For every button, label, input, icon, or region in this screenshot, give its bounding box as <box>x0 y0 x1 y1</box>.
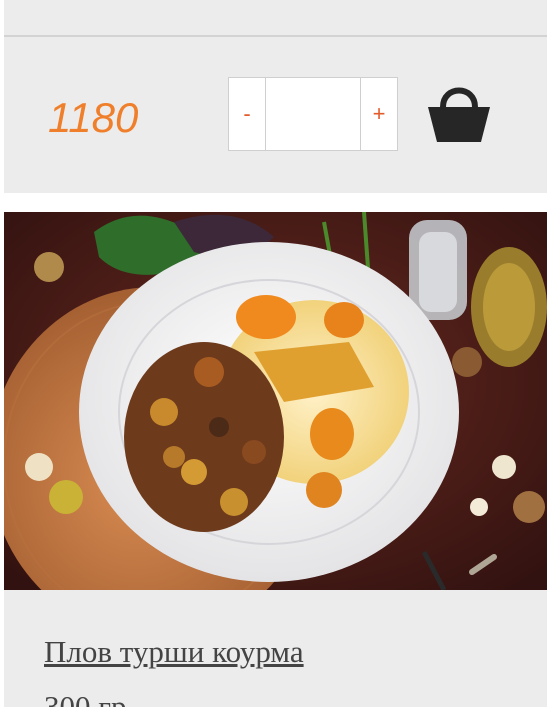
shopping-basket-icon <box>428 87 490 142</box>
quantity-stepper: - + <box>228 77 398 151</box>
product-title-link[interactable]: Плов турши коурма <box>44 634 304 670</box>
decrease-quantity-button[interactable]: - <box>229 78 266 150</box>
previous-product-card: 1180 - + <box>4 0 547 193</box>
card-divider <box>4 35 547 37</box>
page: 1180 - + Плов турши коурма <box>0 0 547 707</box>
product-weight-text: 300 гр <box>44 691 144 707</box>
add-to-cart-button[interactable] <box>424 76 494 148</box>
product-weight-partial: 300 гр <box>44 691 144 707</box>
price: 1180 <box>48 94 139 141</box>
quantity-input[interactable] <box>266 78 360 150</box>
product-info: Плов турши коурма 300 гр <box>4 590 547 707</box>
increase-quantity-button[interactable]: + <box>360 78 397 150</box>
product-image[interactable] <box>4 212 547 590</box>
food-photo <box>4 212 547 590</box>
